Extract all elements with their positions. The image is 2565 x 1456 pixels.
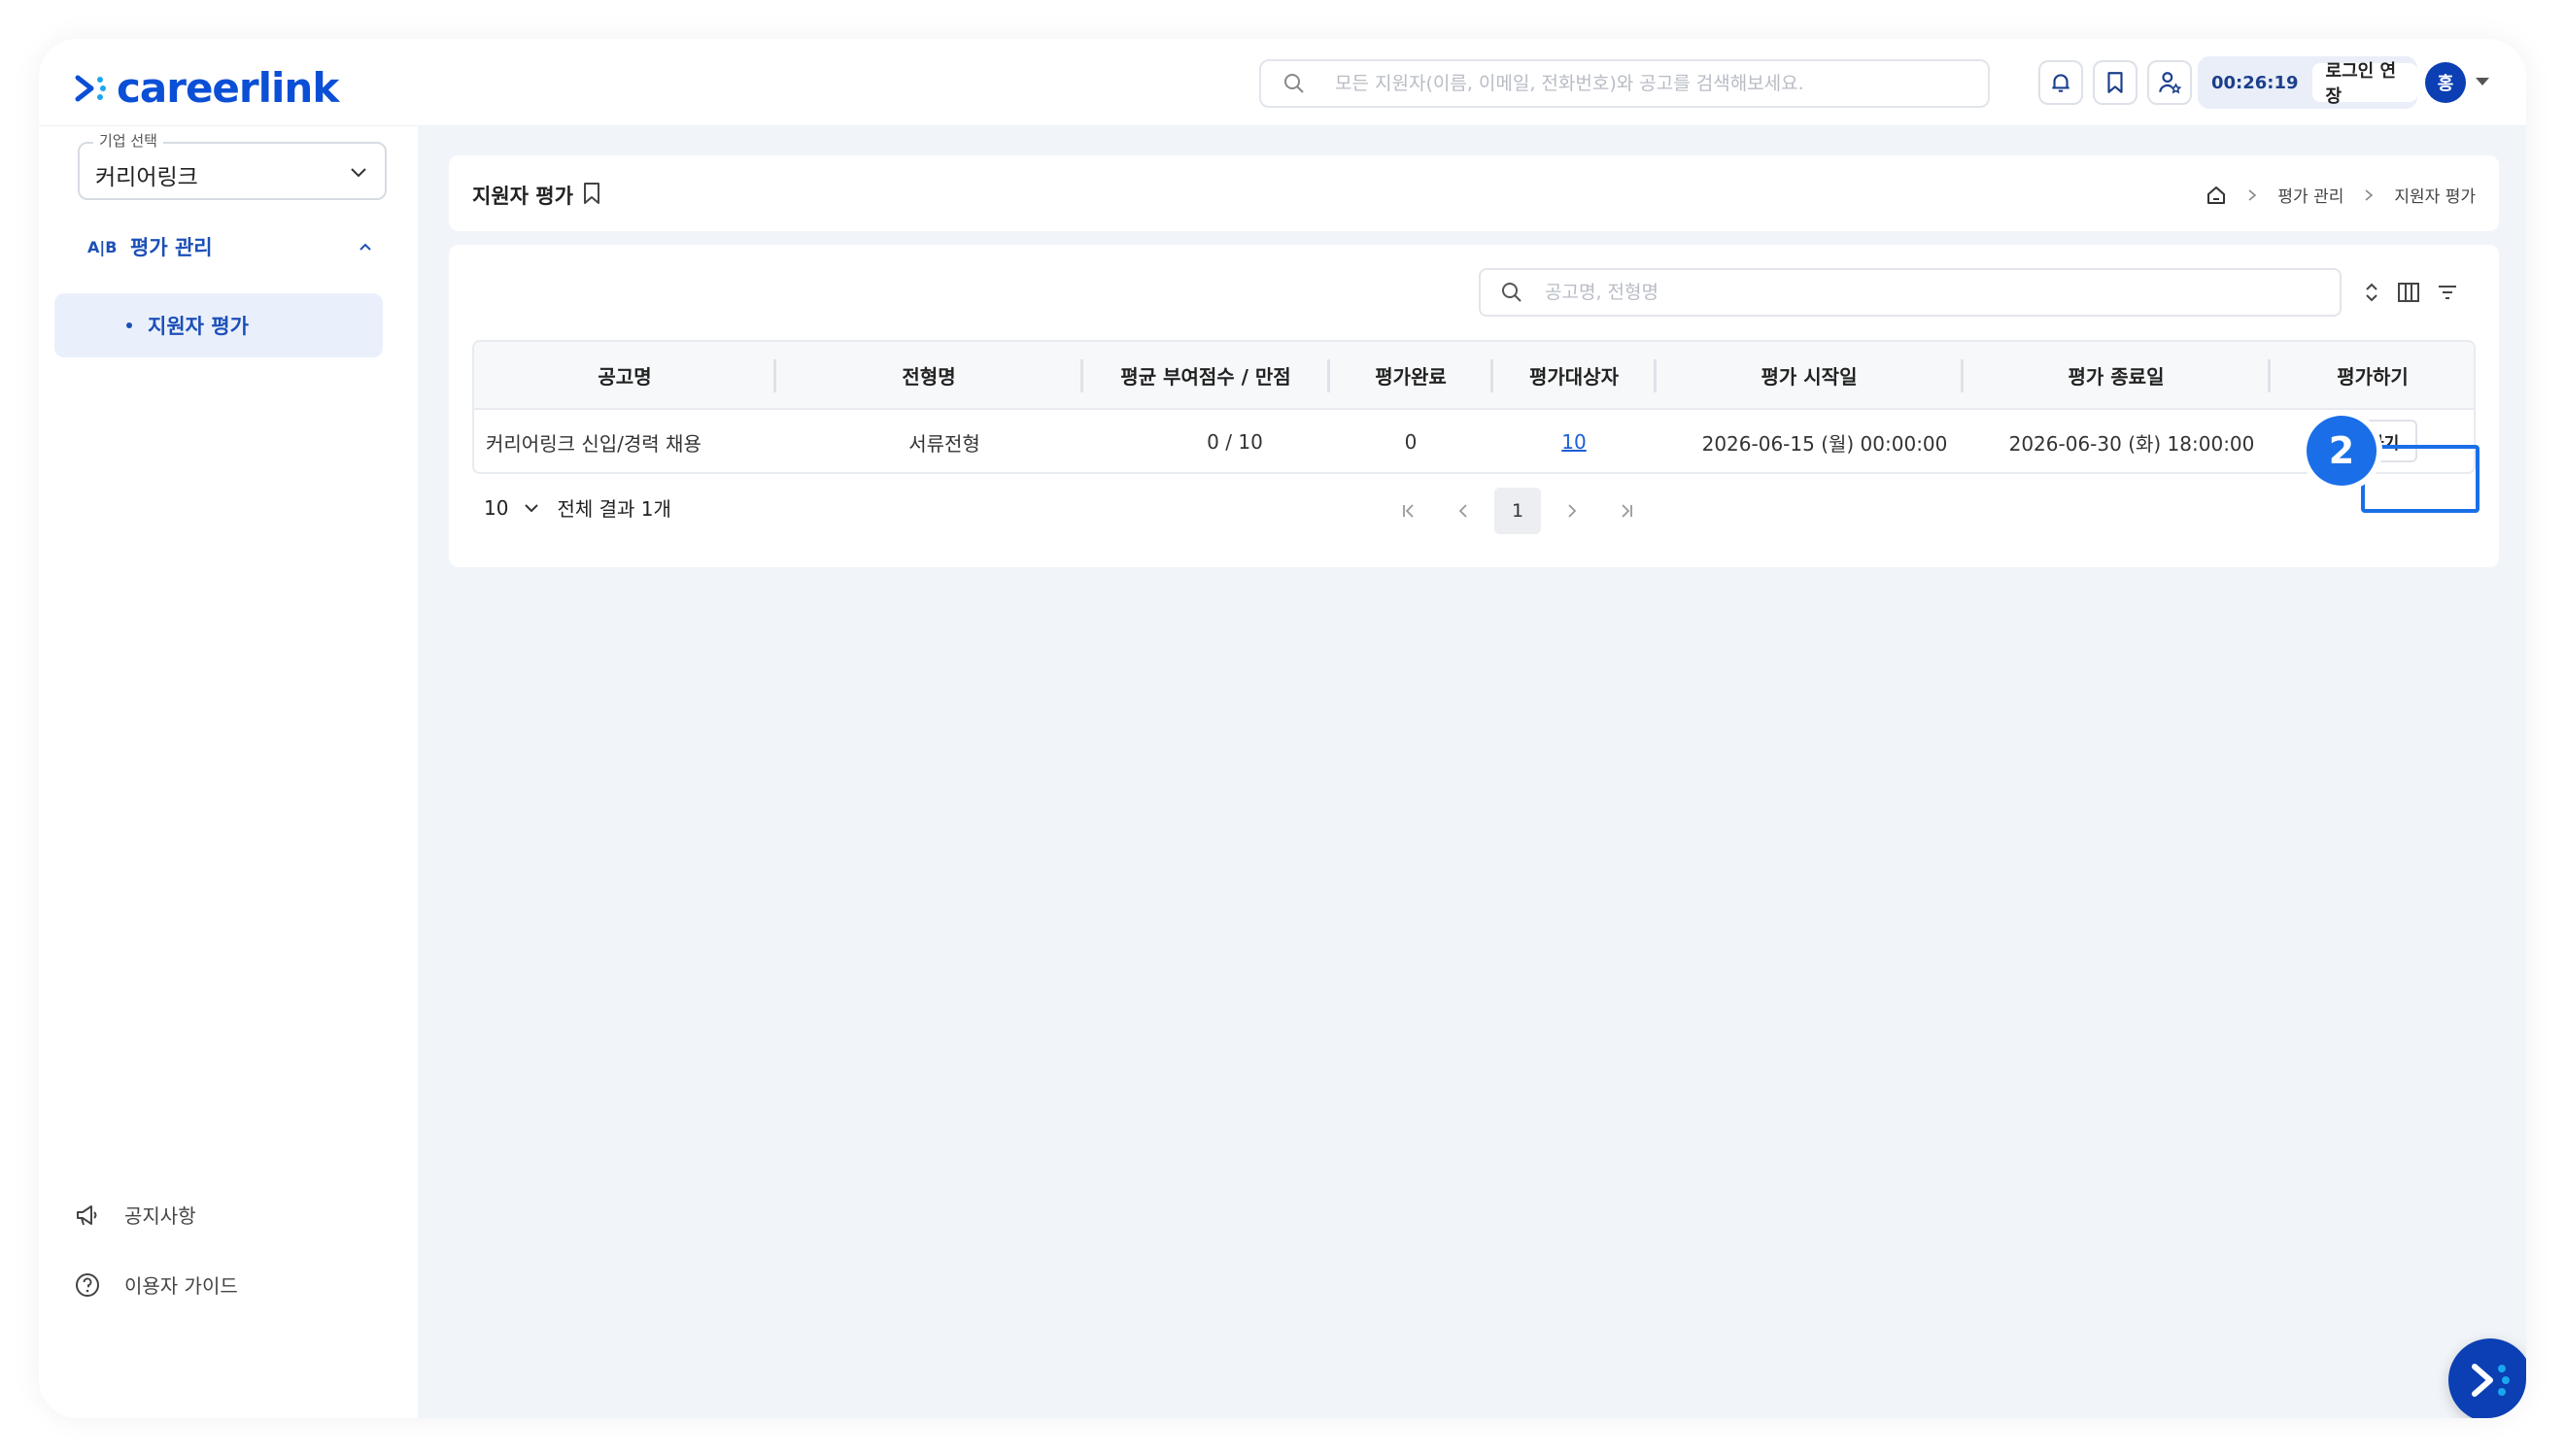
chevron-right-icon [1568,504,1577,518]
pagination: 1 [1382,488,1654,534]
bookmark-icon [2107,72,2123,93]
chevron-right-icon [2365,188,2374,201]
first-page-icon [1403,504,1414,518]
search-icon [1502,283,1522,302]
timer-text: 00:26:19 [2211,72,2299,93]
app-window: careerlink 00:26:19 로그인 연장 홍 기업 선택 커리어링크 [39,39,2526,1418]
next-page-button[interactable] [1545,488,1599,534]
breadcrumb-item[interactable]: 지원자 평가 [2394,183,2476,207]
chevron-down-icon [351,168,366,178]
step-badge: 2 [2307,416,2377,486]
last-page-button[interactable] [1599,488,1654,534]
page-header-card: 지원자 평가 평가 관리 지원자 평가 [449,155,2499,231]
avatar[interactable]: 홍 [2425,62,2466,103]
filter-icon[interactable] [2435,280,2460,305]
last-page-icon [1622,504,1632,518]
score-cell: 0 / 10 [1207,430,1263,454]
prev-page-button[interactable] [1436,488,1490,534]
column-header[interactable]: 평균 부여점수 / 만점 [1082,342,1329,408]
table-header: 공고명 전형명 평균 부여점수 / 만점 평가완료 평가대상자 평가 시작일 평… [474,342,2474,410]
column-header[interactable]: 평가 시작일 [1656,342,1963,408]
page-title: 지원자 평가 [472,185,573,208]
table-search[interactable] [1479,268,2342,317]
top-header: careerlink 00:26:19 로그인 연장 홍 [39,39,2526,126]
chevron-down-icon[interactable] [2476,78,2489,85]
table-search-input[interactable] [1545,282,2283,303]
logo-mark-icon [75,75,106,101]
notification-button[interactable] [2038,60,2083,105]
evaluate-button-highlight [2361,445,2480,513]
notice-link[interactable]: 공지사항 [74,1201,196,1229]
start-date-cell: 2026-06-15 (월) 00:00:00 [1701,431,1948,456]
bookmark-icon[interactable] [581,181,602,206]
targets-link[interactable]: 10 [1492,410,1656,472]
home-icon[interactable] [2206,185,2227,206]
total-results: 전체 결과 1개 [557,497,671,521]
bell-icon [2052,74,2069,92]
sort-icon[interactable] [2359,280,2384,305]
megaphone-icon [77,1204,97,1225]
bullet-dot [126,322,132,328]
end-date-cell: 2026-06-30 (화) 18:00:00 [2008,431,2255,456]
global-search[interactable] [1259,59,1990,108]
sidebar-group-label: 평가 관리 [130,236,213,259]
company-select-label: 기업 선택 [93,130,163,151]
chevron-down-icon [525,503,539,512]
main-content: 지원자 평가 평가 관리 지원자 평가 공고명, 전형명 공고명 전형명 평균 … [418,126,2526,1418]
brand-name: careerlink [117,64,339,112]
column-header[interactable]: 평가완료 [1329,342,1492,408]
extend-login-button[interactable]: 로그인 연장 [2311,61,2417,107]
evaluation-table: 공고명 전형명 평균 부여점수 / 만점 평가완료 평가대상자 평가 시작일 평… [472,340,2476,474]
breadcrumb-item[interactable]: 평가 관리 [2277,183,2343,207]
completed-cell: 0 [1404,430,1418,454]
chevron-left-icon [1458,504,1467,518]
column-header[interactable]: 평가대상자 [1492,342,1656,408]
logo-mark-icon [2472,1364,2510,1397]
stage-cell: 서류전형 [908,431,980,456]
sidebar-item-label: 지원자 평가 [148,315,249,338]
sidebar: 기업 선택 커리어링크 A|B 평가 관리 지원자 평가 공지사항 이용자 가이… [39,126,418,1418]
brand-logo[interactable]: careerlink [74,64,339,112]
chevron-up-icon [359,243,371,251]
chat-fab-button[interactable] [2448,1338,2526,1418]
bookmark-button[interactable] [2093,60,2138,105]
table-row: 커리어링크 신입/경력 채용 서류전형 0 / 10 0 10 2026-06-… [474,410,2474,472]
evaluation-table-card: 공고명 전형명 평균 부여점수 / 만점 평가완료 평가대상자 평가 시작일 평… [449,245,2499,567]
posting-cell: 커리어링크 신입/경력 채용 [486,431,701,456]
column-header[interactable]: 전형명 [775,342,1082,408]
page-size-select[interactable]: 10 전체 결과 1개 [484,493,671,522]
column-header[interactable]: 공고명 [474,342,775,408]
column-header: 평가하기 [2337,364,2409,389]
user-star-icon [2159,72,2182,94]
user-guide-label: 이용자 가이드 [124,1274,238,1298]
page-number[interactable]: 1 [1494,488,1541,534]
page-size-value: 10 [484,495,509,520]
user-guide-link[interactable]: 이용자 가이드 [74,1270,238,1299]
first-page-button[interactable] [1382,488,1436,534]
help-circle-icon [76,1272,99,1297]
sidebar-group-evaluation[interactable]: A|B 평가 관리 [87,229,389,264]
company-select[interactable]: 기업 선택 커리어링크 [78,130,387,200]
global-search-input[interactable] [1335,73,1937,94]
ab-icon: A|B [87,237,118,256]
chevron-right-icon [2248,188,2257,201]
column-header[interactable]: 평가 종료일 [1963,342,2270,408]
sidebar-item-applicant-evaluation[interactable]: 지원자 평가 [54,293,383,357]
search-icon [1284,74,1304,93]
notice-label: 공지사항 [124,1204,196,1228]
company-select-value: 커리어링크 [95,165,198,190]
session-timer: 00:26:19 로그인 연장 [2198,56,2417,109]
columns-icon[interactable] [2396,280,2421,305]
user-favorite-button[interactable] [2147,60,2192,105]
breadcrumb: 평가 관리 지원자 평가 [2206,183,2476,207]
